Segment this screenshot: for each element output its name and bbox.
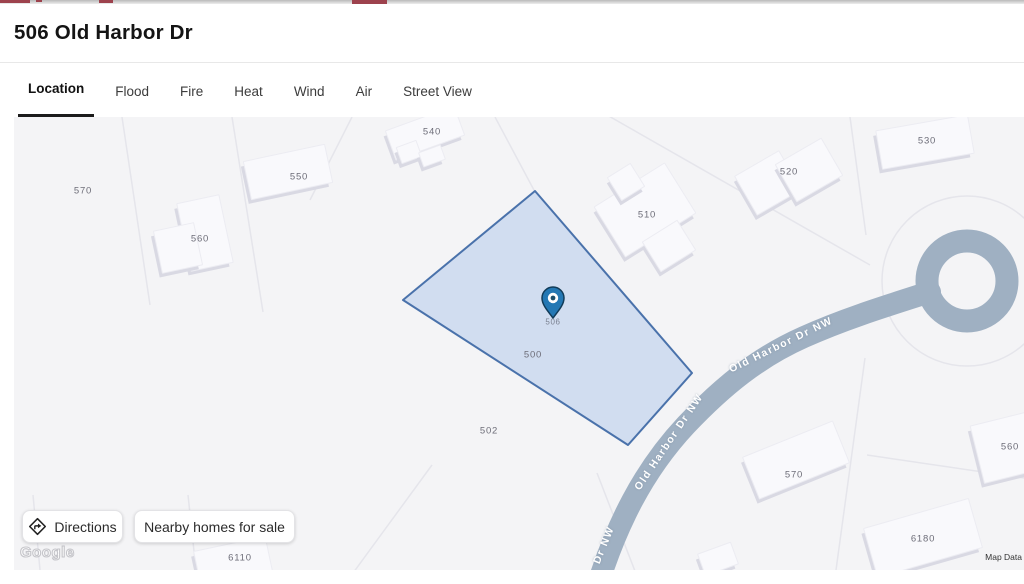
lot-label: 530: [918, 136, 936, 147]
map-canvas: [14, 117, 1024, 570]
lot-label: 560: [191, 234, 209, 245]
map[interactable]: 570 560 550 540 510 520 530 500 502 570 …: [14, 117, 1024, 570]
lot-label: 502: [480, 426, 498, 437]
building-560-left: [153, 222, 203, 274]
lot-label: 500: [524, 350, 542, 361]
cropped-content-remnant: [0, 0, 30, 3]
directions-icon: [28, 517, 47, 536]
tab-location[interactable]: Location: [18, 63, 94, 117]
tab-fire[interactable]: Fire: [170, 63, 213, 117]
lot-label: 540: [423, 127, 441, 138]
lot-label: 570: [785, 470, 803, 481]
tab-street-view[interactable]: Street View: [393, 63, 482, 117]
lot-label: 560: [1001, 442, 1019, 453]
cropped-content-remnant: [36, 0, 42, 2]
header: 506 Old Harbor Dr: [0, 4, 1024, 63]
nearby-homes-button-label: Nearby homes for sale: [144, 519, 285, 535]
lot-label: 520: [780, 167, 798, 178]
cropped-content-remnant: [99, 0, 113, 3]
lot-label: 6180: [911, 534, 935, 545]
lot-label: 510: [638, 210, 656, 221]
tab-flood[interactable]: Flood: [105, 63, 159, 117]
cul-de-sac: [927, 241, 1007, 321]
directions-button-label: Directions: [54, 519, 116, 535]
directions-button[interactable]: Directions: [22, 510, 123, 543]
tab-bar: Location Flood Fire Heat Wind Air Street…: [0, 63, 1024, 117]
google-logo: Google: [20, 544, 75, 561]
map-attribution[interactable]: Map Data: [985, 552, 1022, 562]
tab-air[interactable]: Air: [346, 63, 383, 117]
nearby-homes-button[interactable]: Nearby homes for sale: [134, 510, 295, 543]
tab-heat[interactable]: Heat: [224, 63, 273, 117]
lot-label: 550: [290, 172, 308, 183]
lot-label: 6110: [228, 553, 252, 564]
tab-wind[interactable]: Wind: [284, 63, 335, 117]
lot-label: 570: [74, 186, 92, 197]
pin-address-label: 506: [545, 318, 560, 327]
page-title: 506 Old Harbor Dr: [14, 21, 193, 45]
